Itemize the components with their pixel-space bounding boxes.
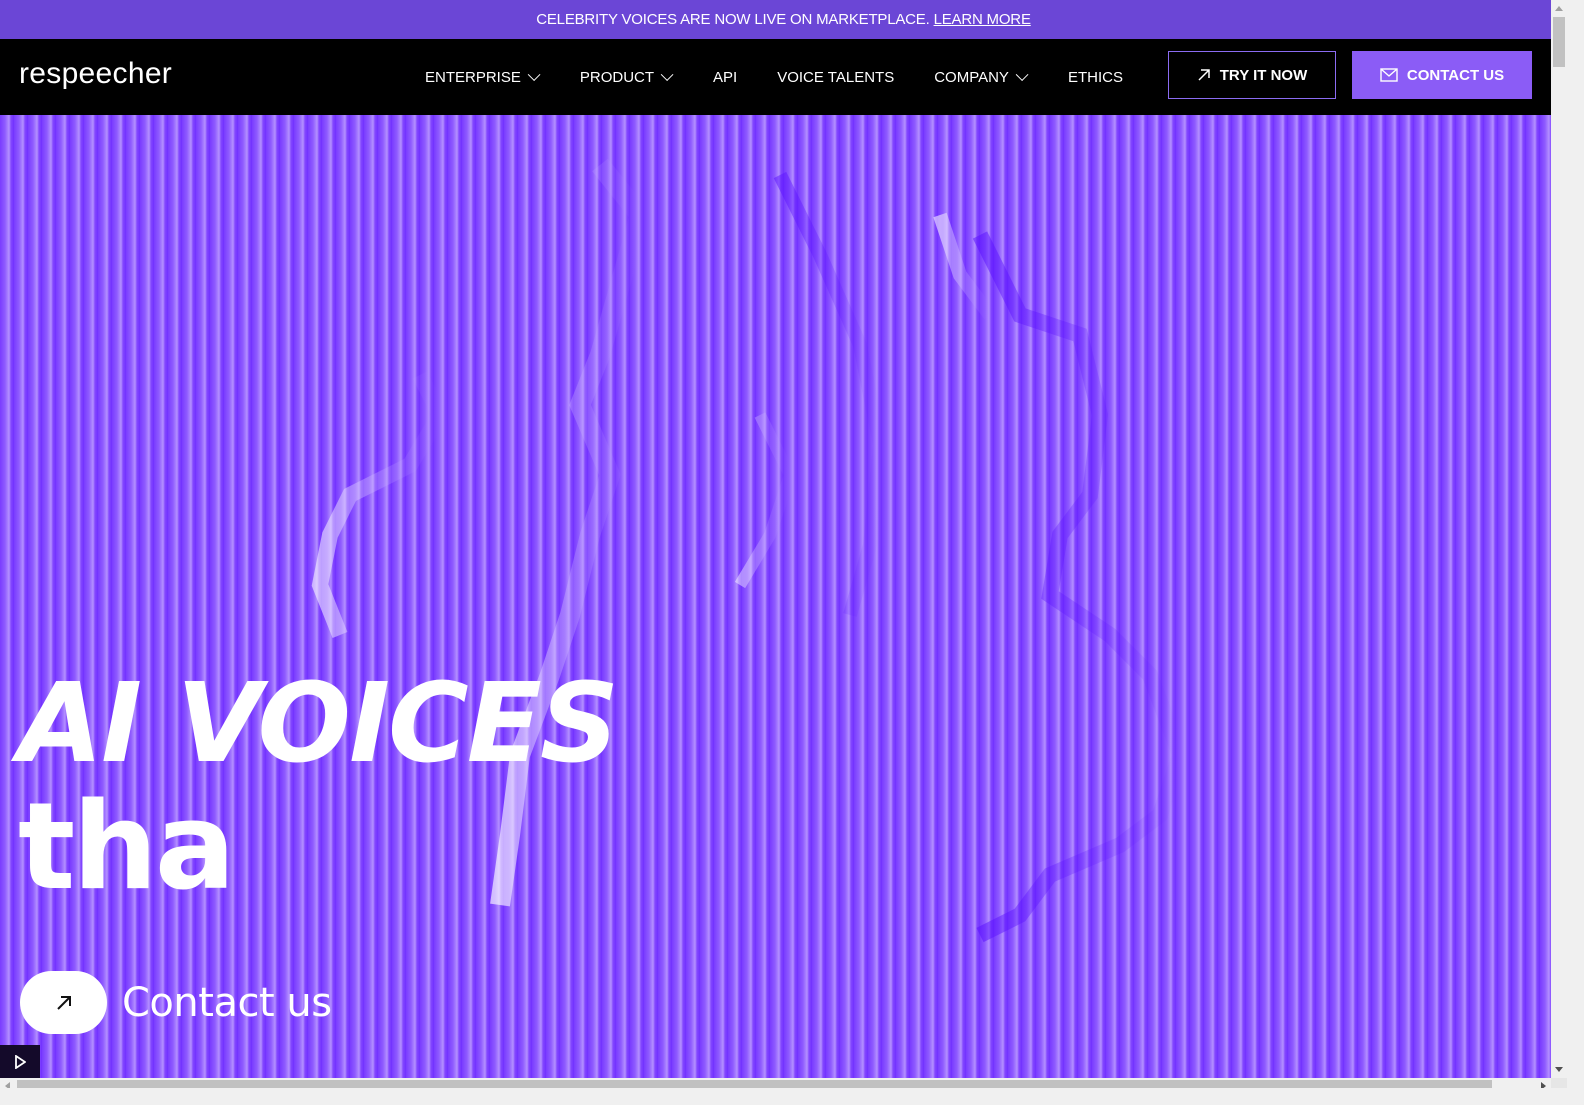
contact-us-label: CONTACT US xyxy=(1406,66,1505,84)
page-viewport: CELEBRITY VOICES ARE NOW LIVE ON MARKETP… xyxy=(0,0,1567,1088)
horizontal-scroll-thumb[interactable] xyxy=(17,1080,1492,1088)
main-menu: ENTERPRISE PRODUCT API VOICE TALENTS COM… xyxy=(425,39,1163,115)
cta-label: Contact us xyxy=(122,979,332,1026)
try-it-now-label: TRY IT NOW xyxy=(1219,66,1308,84)
scroll-up-arrow-icon[interactable] xyxy=(1555,6,1563,11)
nav-item-label: COMPANY xyxy=(934,68,1009,86)
nav-item-label: ETHICS xyxy=(1067,68,1123,86)
scroll-down-arrow-icon[interactable] xyxy=(1555,1067,1563,1072)
cta-arrow-button[interactable] xyxy=(20,971,107,1034)
horizontal-scrollbar[interactable] xyxy=(0,1078,1551,1088)
hero-headline: AI VOICES tha xyxy=(18,659,619,917)
nav-item-company[interactable]: COMPANY xyxy=(934,67,1029,86)
logo[interactable]: respeecher xyxy=(19,57,172,91)
learn-more-link[interactable]: LEARN MORE xyxy=(934,11,1031,28)
chevron-down-icon xyxy=(527,67,541,81)
announcement-banner: CELEBRITY VOICES ARE NOW LIVE ON MARKETP… xyxy=(0,0,1567,39)
hero-section: AI VOICES tha Contact us xyxy=(0,115,1551,1078)
contact-us-button[interactable]: CONTACT US xyxy=(1352,51,1532,99)
headline-line-2: tha xyxy=(18,778,236,917)
banner-text: CELEBRITY VOICES ARE NOW LIVE ON MARKETP… xyxy=(536,11,930,28)
play-button[interactable] xyxy=(0,1045,40,1078)
nav-item-label: ENTERPRISE xyxy=(425,68,521,86)
scrollbar-corner xyxy=(1551,1078,1567,1088)
voice-wave-graphic xyxy=(311,158,1189,943)
chevron-down-icon xyxy=(660,67,674,81)
nav-item-label: API xyxy=(713,68,738,86)
nav-item-enterprise[interactable]: ENTERPRISE xyxy=(425,67,541,86)
scroll-left-arrow-icon[interactable] xyxy=(5,1082,10,1088)
try-it-now-button[interactable]: TRY IT NOW xyxy=(1168,51,1336,99)
nav-item-voice-talents[interactable]: VOICE TALENTS xyxy=(777,69,894,86)
nav-item-ethics[interactable]: ETHICS xyxy=(1068,69,1123,86)
nav-item-product[interactable]: PRODUCT xyxy=(579,67,674,86)
nav-item-label: VOICE TALENTS xyxy=(777,68,895,86)
headline-line-1: AI VOICES xyxy=(18,659,619,787)
top-navigation: respeecher ENTERPRISE PRODUCT API VOICE … xyxy=(0,39,1567,115)
play-icon xyxy=(15,1054,26,1069)
nav-item-api[interactable]: API xyxy=(713,69,737,86)
hero-contact-cta[interactable]: Contact us xyxy=(20,971,332,1034)
arrow-up-right-icon xyxy=(1198,69,1210,81)
nav-item-label: PRODUCT xyxy=(579,68,655,86)
vertical-scroll-thumb[interactable] xyxy=(1553,17,1565,67)
mail-icon xyxy=(1380,68,1398,82)
scroll-right-arrow-icon[interactable] xyxy=(1541,1082,1546,1088)
arrow-up-right-icon xyxy=(56,995,71,1010)
chevron-down-icon xyxy=(1015,67,1029,81)
vertical-scrollbar[interactable] xyxy=(1551,0,1567,1078)
